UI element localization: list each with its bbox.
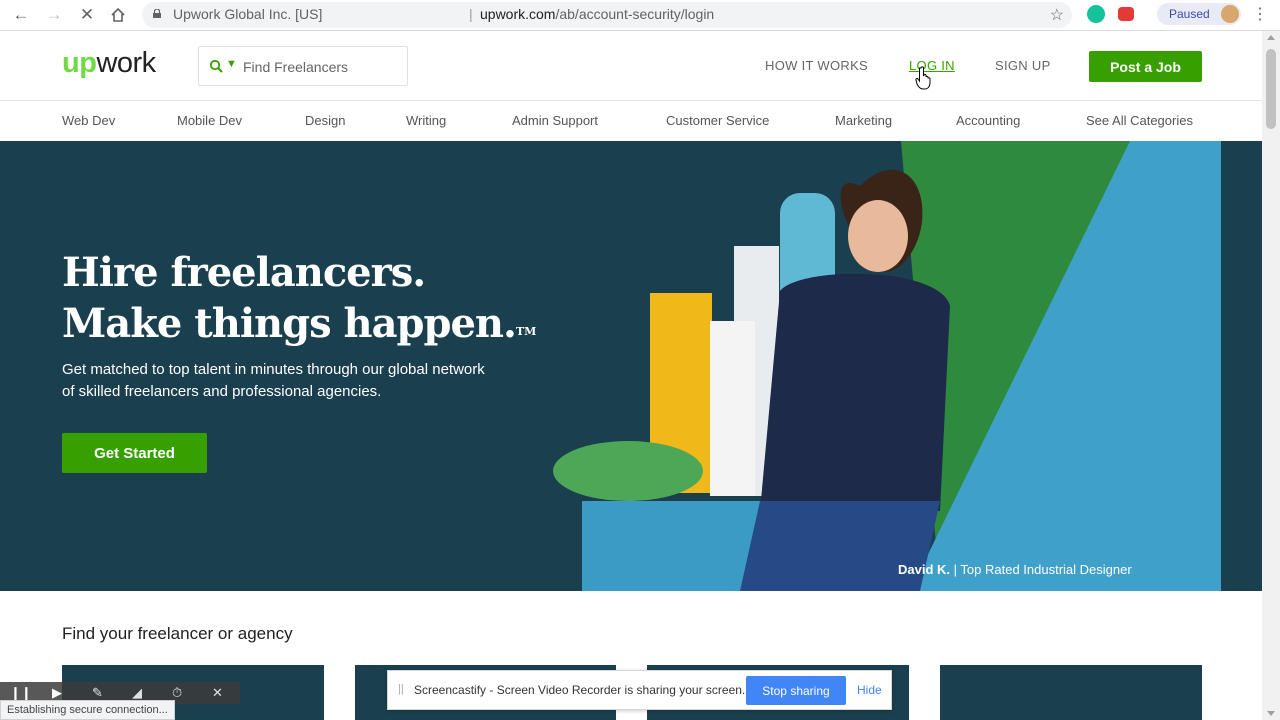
- share-message: Screencastify - Screen Video Recorder is…: [414, 683, 746, 697]
- timer-icon[interactable]: ⏱: [172, 685, 182, 701]
- post-job-button[interactable]: Post a Job: [1089, 51, 1202, 82]
- category-writing[interactable]: Writing: [406, 113, 446, 128]
- hero-caption: David K. | Top Rated Industrial Designer: [898, 562, 1132, 577]
- headline-line-1: Hire freelancers.: [62, 249, 426, 296]
- screencastify-extension-icon[interactable]: [1118, 7, 1134, 21]
- category-nav: Web Dev Mobile Dev Design Writing Admin …: [0, 101, 1262, 141]
- search-icon[interactable]: [209, 59, 223, 73]
- category-mobile-dev[interactable]: Mobile Dev: [177, 113, 242, 128]
- back-arrow-icon[interactable]: ←: [10, 4, 32, 26]
- caption-title: Top Rated Industrial Designer: [960, 562, 1132, 577]
- category-marketing[interactable]: Marketing: [835, 113, 892, 128]
- search-box: ▼: [198, 46, 408, 86]
- upwork-logo[interactable]: upwork: [62, 47, 156, 80]
- hero-subtext: Get matched to top talent in minutes thr…: [62, 361, 485, 400]
- nav-sign-up[interactable]: SIGN UP: [995, 58, 1051, 73]
- profile-button[interactable]: Paused: [1157, 3, 1241, 25]
- site-header: upwork ▼ HOW IT WORKS LOG IN SIGN UP Pos…: [0, 31, 1262, 101]
- status-bar: Establishing secure connection...: [0, 700, 175, 720]
- category-accounting[interactable]: Accounting: [956, 113, 1020, 128]
- stop-sharing-button[interactable]: Stop sharing: [746, 676, 846, 705]
- page-scrollbar[interactable]: [1262, 31, 1280, 720]
- hero-banner: Hire freelancers. Make things happen.TM G…: [0, 141, 1262, 591]
- caption-name: David K.: [898, 562, 951, 577]
- divider: |: [469, 6, 473, 22]
- headline-line-2: Make things happen.: [62, 300, 517, 347]
- category-web-dev[interactable]: Web Dev: [62, 113, 115, 128]
- url-text: upwork.com/ab/account-security/login: [480, 6, 714, 22]
- url-path: /ab/account-security/login: [555, 6, 715, 22]
- scroll-up-arrow-icon[interactable]: [1267, 35, 1275, 40]
- scrollbar-thumb[interactable]: [1266, 49, 1276, 129]
- pause-icon[interactable]: ❙❙: [10, 685, 32, 701]
- scroll-down-arrow-icon[interactable]: [1267, 711, 1275, 716]
- get-started-button[interactable]: Get Started: [62, 433, 207, 473]
- stop-loading-icon[interactable]: ✕: [76, 4, 98, 26]
- category-design[interactable]: Design: [305, 113, 345, 128]
- hero-headline: Hire freelancers. Make things happen.TM: [62, 247, 536, 349]
- forward-arrow-icon[interactable]: →: [43, 4, 65, 26]
- search-input[interactable]: [243, 56, 393, 78]
- drag-handle-icon[interactable]: ||: [398, 683, 404, 695]
- address-bar[interactable]: Upwork Global Inc. [US] | upwork.com/ab/…: [142, 2, 1072, 28]
- category-card[interactable]: [940, 665, 1202, 720]
- close-icon[interactable]: ✕: [212, 685, 223, 701]
- logo-up: up: [62, 47, 97, 79]
- play-icon[interactable]: ▶: [52, 685, 62, 701]
- category-see-all[interactable]: See All Categories: [1086, 113, 1193, 128]
- hero-illustration: [553, 141, 1221, 591]
- bookmark-star-icon[interactable]: ☆: [1050, 5, 1064, 25]
- category-admin-support[interactable]: Admin Support: [512, 113, 598, 128]
- trademark-mark: TM: [515, 325, 537, 338]
- chevron-down-icon[interactable]: ▼: [226, 58, 237, 70]
- menu-icon[interactable]: ⋮: [1252, 4, 1268, 24]
- lock-icon: [153, 9, 161, 18]
- logo-work: work: [96, 47, 156, 79]
- screen-share-notification: || Screencastify - Screen Video Recorder…: [387, 670, 892, 710]
- section-title: Find your freelancer or agency: [62, 624, 293, 643]
- home-icon[interactable]: [107, 4, 129, 26]
- cursor-highlight-icon[interactable]: ◢: [132, 685, 142, 701]
- nav-how-it-works[interactable]: HOW IT WORKS: [765, 58, 868, 73]
- site-identity: Upwork Global Inc. [US]: [173, 6, 323, 22]
- browser-toolbar: ← → ✕ Upwork Global Inc. [US] | upwork.c…: [0, 0, 1280, 31]
- caption-divider: |: [953, 562, 958, 577]
- grammarly-extension-icon[interactable]: [1087, 5, 1105, 23]
- hide-link[interactable]: Hide: [857, 683, 882, 697]
- category-customer-service[interactable]: Customer Service: [666, 113, 769, 128]
- url-host: upwork.com: [480, 6, 556, 22]
- profile-status: Paused: [1169, 7, 1210, 21]
- hand-cursor-icon: [915, 66, 931, 90]
- avatar: [1221, 5, 1239, 23]
- pen-icon[interactable]: ✎: [92, 685, 103, 701]
